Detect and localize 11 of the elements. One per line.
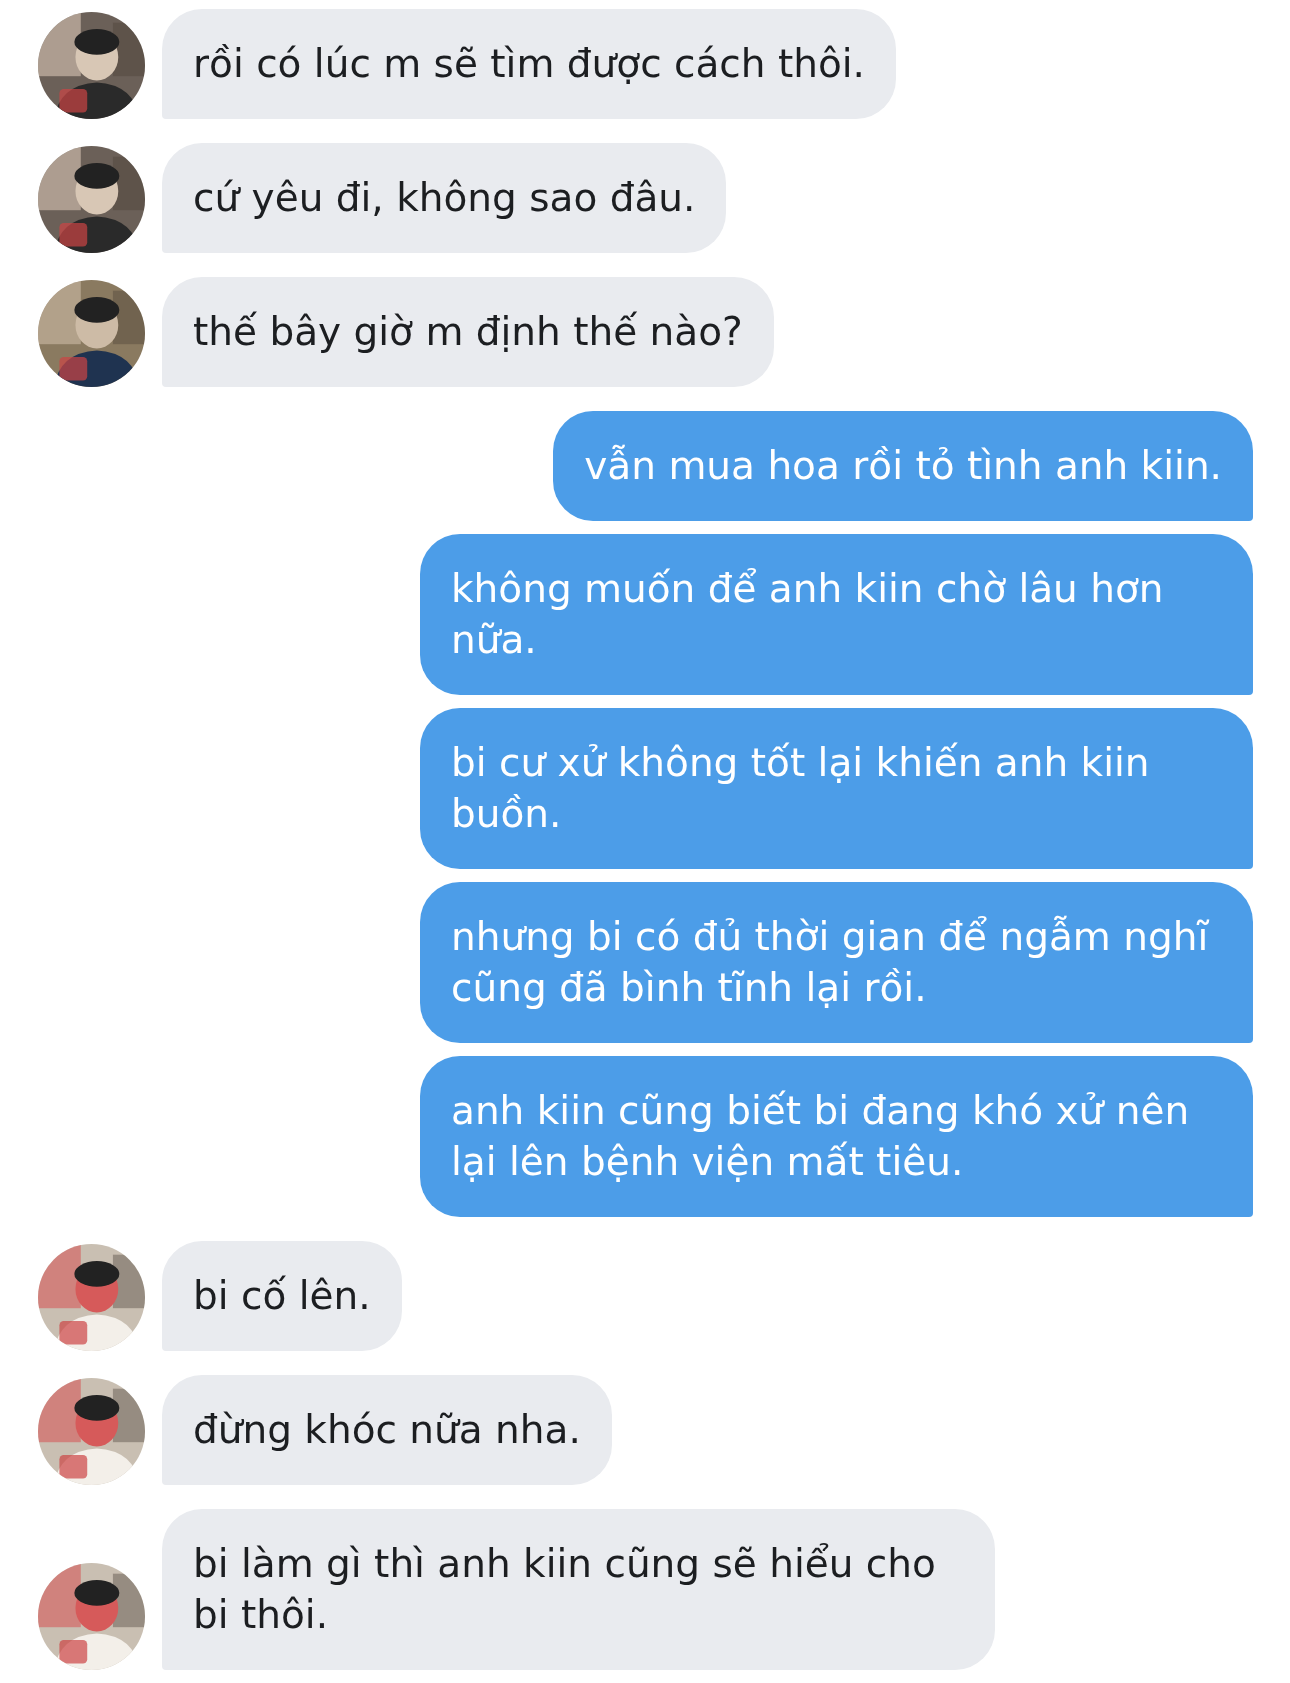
message-bubble: bi làm gì thì anh kiin cũng sẽ hiểu cho bi thôi. <box>162 1509 995 1670</box>
message-bubble: anh kiin cũng biết bi đang khó xử nên lại lên bệnh viện mất tiêu. <box>420 1056 1253 1217</box>
message-bubble: đừng khóc nữa nha. <box>162 1375 612 1485</box>
message-bubble: nhưng bi có đủ thời gian để ngẫm nghĩ cũng đã bình tĩnh lại rồi. <box>420 882 1253 1043</box>
message-bubble: không muốn để anh kiin chờ lâu hơn nữa. <box>420 534 1253 695</box>
message-bubble: vẫn mua hoa rồi tỏ tình anh kiin. <box>553 411 1253 521</box>
message-bubble: bi cư xử không tốt lại khiến anh kiin buồn. <box>420 708 1253 869</box>
message-bubble: bi cố lên. <box>162 1241 402 1351</box>
message-bubble: rồi có lúc m sẽ tìm được cách thôi. <box>162 9 896 119</box>
message-bubble: cứ yêu đi, không sao đâu. <box>162 143 727 253</box>
message-bubble: thế bây giờ m định thế nào? <box>162 277 774 387</box>
